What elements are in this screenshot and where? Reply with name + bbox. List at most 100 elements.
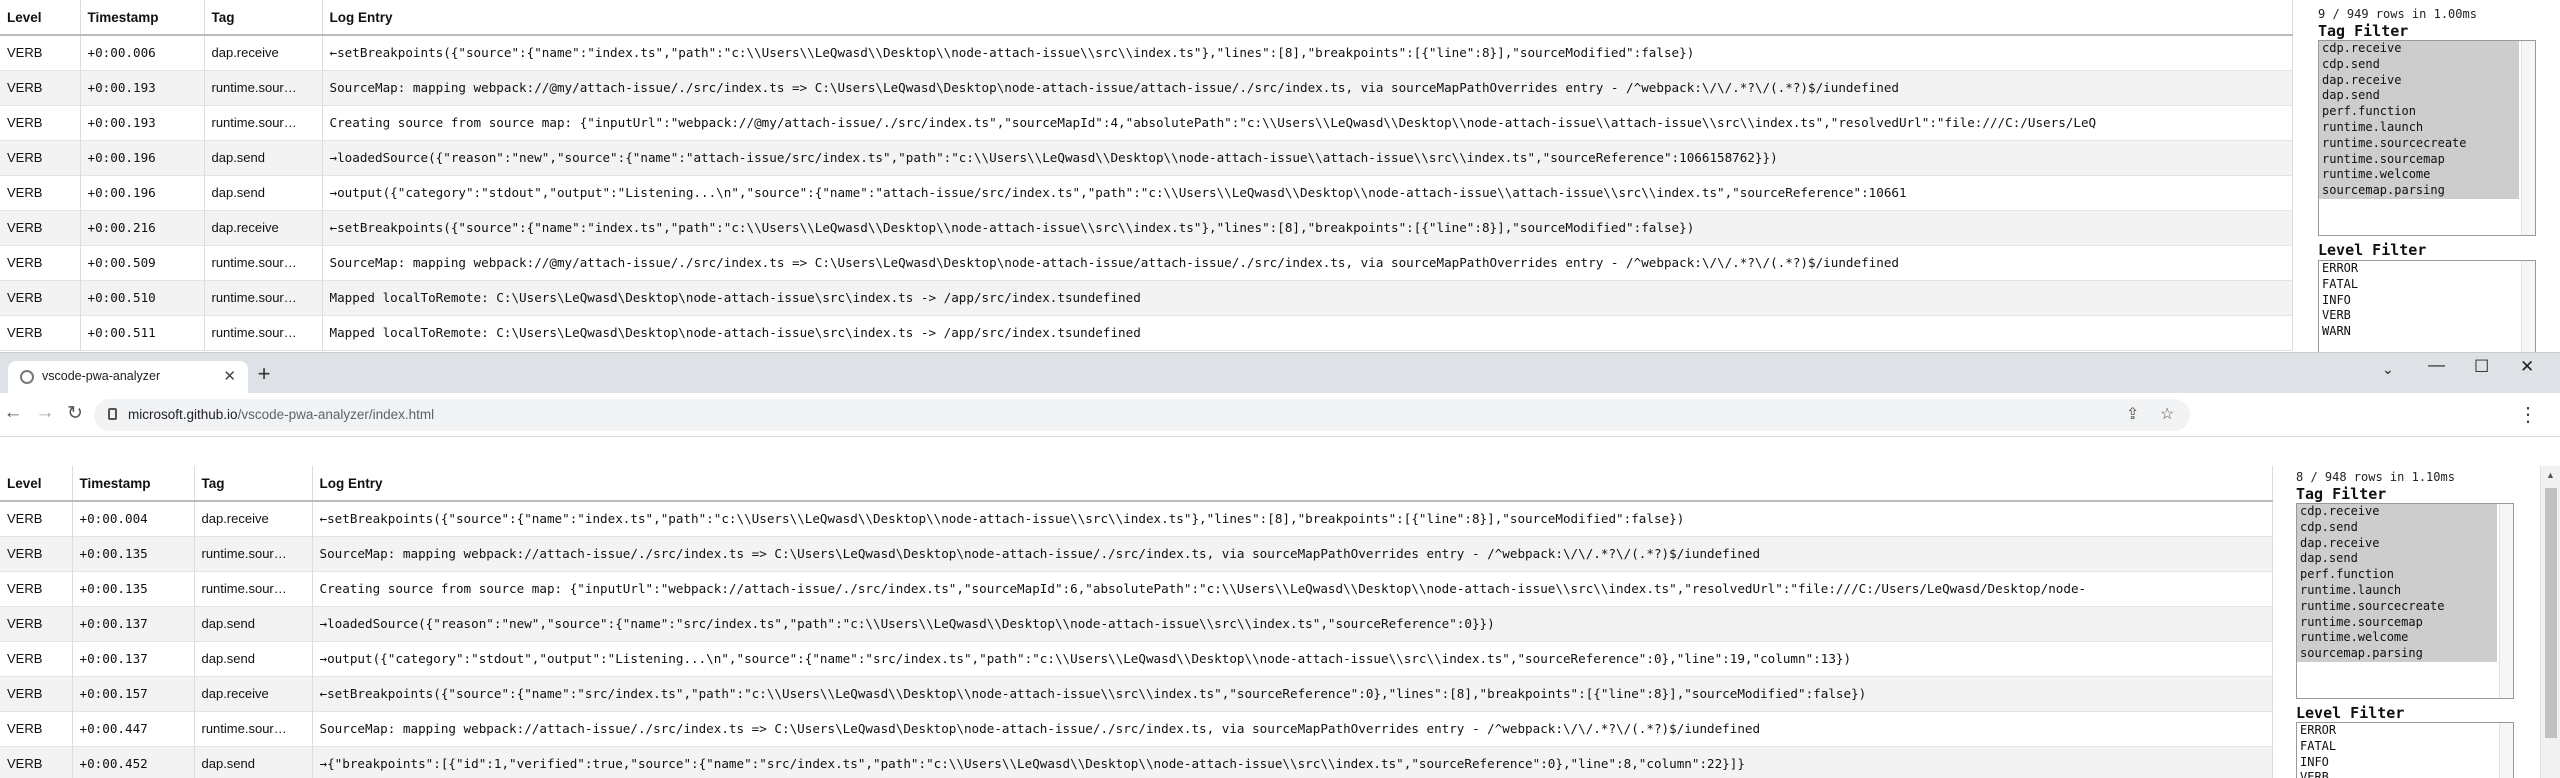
scroll-up-icon[interactable]: ▲ [2546, 470, 2555, 480]
table-row[interactable]: VERB +0:00.135 runtime.sour… Creating sourc… [0, 571, 2273, 607]
filter-option[interactable]: dap.send [2319, 88, 2519, 105]
filter-option[interactable]: cdp.send [2319, 56, 2519, 73]
table-row[interactable]: VERB +0:00.216 dap.receive ←setBreakpoints(… [0, 210, 2293, 246]
new-tab-button[interactable]: + [250, 361, 278, 387]
log-level-cell: VERB [0, 571, 73, 607]
filter-option[interactable]: perf.function [2319, 104, 2519, 120]
column-header-timestamp[interactable]: Timestamp [72, 466, 195, 502]
table-row[interactable]: VERB +0:00.196 dap.send →loadedSource({"rea… [0, 140, 2293, 176]
filter-option[interactable]: cdp.receive [2297, 504, 2497, 520]
filter-option[interactable]: perf.function [2297, 567, 2497, 583]
filter-option[interactable]: sourcemap.parsing [2319, 183, 2519, 199]
tag-filter-listbox[interactable]: cdp.receive cdp.send dap.receive dap.send pe… [2296, 503, 2514, 699]
tag-cell: dap.receive [204, 210, 323, 246]
filter-option[interactable]: dap.receive [2297, 535, 2497, 552]
filter-option[interactable]: FATAL [2297, 739, 2513, 755]
minimize-icon[interactable]: — [2428, 355, 2445, 375]
filter-option[interactable]: INFO [2319, 293, 2535, 309]
column-header-timestamp[interactable]: Timestamp [80, 0, 205, 36]
filter-option[interactable]: FATAL [2319, 277, 2535, 293]
tag-cell: runtime.sour… [204, 70, 323, 106]
table-row[interactable]: VERB +0:00.511 runtime.sour… Mapped localTo… [0, 315, 2293, 351]
table-row[interactable]: VERB +0:00.193 runtime.sour… SourceMap: map… [0, 70, 2293, 106]
menu-kebab-icon[interactable]: ⋮ [2518, 402, 2538, 427]
table-row[interactable]: VERB +0:00.157 dap.receive ←setBreakpoints(… [0, 676, 2273, 712]
log-entry-cell: Creating source from source map: {"input… [312, 571, 2273, 607]
listbox-scrollbar[interactable] [2521, 41, 2535, 235]
globe-icon [20, 370, 34, 384]
table-row[interactable]: VERB +0:00.510 runtime.sour… Mapped localTo… [0, 280, 2293, 316]
table-header-row: Level Timestamp Tag Log Entry [0, 0, 2293, 36]
timestamp-cell: +0:00.137 [72, 606, 195, 642]
column-header-log-entry[interactable]: Log Entry [312, 466, 2273, 502]
tag-cell: runtime.sour… [194, 571, 313, 607]
column-header-tag[interactable]: Tag [204, 0, 323, 36]
filter-option[interactable]: runtime.sourcemap [2297, 614, 2497, 631]
table-row[interactable]: VERB +0:00.447 runtime.sour… SourceMap: map… [0, 711, 2273, 747]
filter-option[interactable]: runtime.sourcecreate [2297, 598, 2497, 615]
filter-option[interactable]: runtime.launch [2319, 119, 2519, 136]
log-entry-cell: →output({"category":"stdout","output":"L… [322, 175, 2293, 211]
table-row[interactable]: VERB +0:00.196 dap.send →output({"category"… [0, 175, 2293, 211]
filter-option[interactable]: runtime.welcome [2319, 167, 2519, 184]
close-tab-icon[interactable]: ✕ [223, 367, 236, 385]
tab-search-icon[interactable]: ⌄ [2382, 361, 2394, 378]
filter-option[interactable]: dap.send [2297, 551, 2497, 568]
filter-option[interactable]: runtime.sourcecreate [2319, 135, 2519, 152]
log-level-cell: VERB [0, 746, 73, 778]
table-row[interactable]: VERB +0:00.137 dap.send →output({"category"… [0, 641, 2273, 677]
address-bar[interactable]: microsoft.github.io/vscode-pwa-analyzer/… [94, 399, 2190, 431]
filter-option[interactable]: ERROR [2319, 261, 2535, 277]
filter-option[interactable]: VERB [2297, 770, 2513, 778]
table-row[interactable]: VERB +0:00.135 runtime.sour… SourceMap: map… [0, 536, 2273, 572]
table-row[interactable]: VERB +0:00.004 dap.receive ←setBreakpoints(… [0, 501, 2273, 537]
filter-option[interactable]: ERROR [2297, 723, 2513, 739]
table-row[interactable]: VERB +0:00.509 runtime.sour… SourceMap: map… [0, 245, 2293, 281]
tag-cell: dap.receive [194, 676, 313, 712]
filter-option[interactable]: sourcemap.parsing [2297, 646, 2497, 662]
column-header-level[interactable]: Level [0, 0, 81, 36]
filter-option[interactable]: VERB [2319, 308, 2535, 324]
filter-option[interactable]: runtime.sourcemap [2319, 151, 2519, 168]
share-icon[interactable]: ⇪ [2126, 404, 2139, 424]
column-header-tag[interactable]: Tag [194, 466, 313, 502]
browser-tab[interactable]: vscode-pwa-analyzer ✕ [8, 361, 248, 393]
filter-option[interactable]: runtime.welcome [2297, 630, 2497, 647]
lock-icon[interactable] [108, 408, 117, 420]
url-path: /vscode-pwa-analyzer/index.html [237, 407, 435, 422]
listbox-scrollbar[interactable] [2521, 261, 2535, 352]
column-header-log-entry[interactable]: Log Entry [322, 0, 2293, 36]
filter-option[interactable]: cdp.send [2297, 519, 2497, 536]
column-header-level[interactable]: Level [0, 466, 73, 502]
tag-cell: runtime.sour… [204, 315, 323, 351]
filter-option[interactable]: INFO [2297, 755, 2513, 771]
filter-option[interactable]: runtime.launch [2297, 582, 2497, 599]
tag-cell: dap.send [204, 175, 323, 211]
bookmark-star-icon[interactable]: ☆ [2160, 404, 2174, 424]
filter-option[interactable]: WARN [2319, 324, 2535, 340]
table-row[interactable]: VERB +0:00.006 dap.receive ←setBreakpoints(… [0, 35, 2293, 71]
forward-icon[interactable]: → [34, 402, 56, 424]
table-row[interactable]: VERB +0:00.452 dap.send →{"breakpoints":[{"… [0, 746, 2273, 778]
log-level-cell: VERB [0, 140, 81, 176]
tag-filter-listbox[interactable]: cdp.receive cdp.send dap.receive dap.send pe… [2318, 40, 2536, 236]
close-window-icon[interactable]: ✕ [2520, 357, 2534, 377]
url-text[interactable]: microsoft.github.io/vscode-pwa-analyzer/… [128, 407, 434, 422]
table-row[interactable]: VERB +0:00.193 runtime.sour… Creating sourc… [0, 105, 2293, 141]
log-entry-cell: SourceMap: mapping webpack://attach-issu… [312, 536, 2273, 572]
page-scrollbar[interactable]: ▲ [2540, 466, 2560, 778]
filter-option[interactable]: dap.receive [2319, 72, 2519, 89]
tab-title: vscode-pwa-analyzer [42, 369, 161, 383]
filter-option[interactable]: cdp.receive [2319, 41, 2519, 57]
back-icon[interactable]: ← [2, 402, 24, 424]
listbox-scrollbar[interactable] [2499, 723, 2513, 778]
scrollbar-thumb[interactable] [2545, 488, 2557, 738]
level-filter-listbox[interactable]: ERROR FATAL INFO VERB [2296, 722, 2514, 778]
maximize-icon[interactable]: ☐ [2474, 357, 2489, 377]
reload-icon[interactable]: ↻ [64, 402, 86, 425]
table-row[interactable]: VERB +0:00.137 dap.send →loadedSource({"rea… [0, 606, 2273, 642]
listbox-scrollbar[interactable] [2499, 504, 2513, 698]
tag-cell: dap.send [194, 641, 313, 677]
table-header-row: Level Timestamp Tag Log Entry [0, 466, 2273, 502]
level-filter-listbox[interactable]: ERROR FATAL INFO VERB WARN [2318, 260, 2536, 352]
